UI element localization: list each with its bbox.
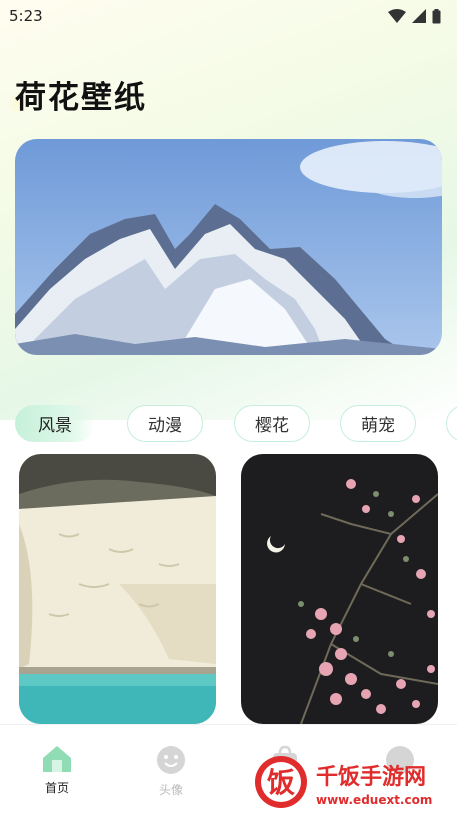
watermark-glyph: 饭: [267, 766, 295, 799]
banner-mountain-illustration: [15, 139, 442, 355]
category-tabs: 风景 动漫 樱花 萌宠: [15, 405, 457, 443]
night-blossom-image: [241, 454, 438, 724]
tab-label: 樱花: [255, 416, 289, 436]
battery-icon: [432, 8, 441, 23]
home-icon: [43, 746, 71, 772]
tab-label: 萌宠: [361, 416, 395, 436]
page-title: 荷花壁纸: [15, 80, 147, 116]
nav-avatar[interactable]: 头像: [141, 745, 201, 798]
smiley-icon: [157, 746, 185, 774]
signal-icon: [412, 9, 426, 23]
system-icons: [388, 8, 441, 24]
banner-image[interactable]: [15, 139, 442, 355]
tab-sakura[interactable]: 樱花: [234, 405, 310, 442]
nav-label: 头像: [158, 783, 183, 797]
wallpaper-card-blossom[interactable]: [241, 454, 438, 724]
cliff-sea-image: [19, 454, 216, 724]
tab-scenery[interactable]: 风景: [15, 405, 95, 442]
watermark-url: www.eduext.com: [316, 793, 432, 807]
status-bar: 5:23: [0, 0, 457, 32]
tab-label: 风景: [38, 416, 72, 436]
nav-label: 首页: [44, 781, 69, 795]
tab-more[interactable]: [446, 405, 457, 442]
status-time: 5:23: [9, 7, 43, 25]
wallpaper-card-cliff[interactable]: [19, 454, 216, 724]
tab-pets[interactable]: 萌宠: [340, 405, 416, 442]
watermark-logo: 饭 千饭手游网 www.eduext.com: [255, 756, 432, 808]
tab-anime[interactable]: 动漫: [127, 405, 203, 442]
tab-label: 动漫: [148, 416, 182, 436]
site-watermark: 饭 千饭手游网 www.eduext.com: [248, 752, 453, 812]
watermark-brand: 千饭手游网: [316, 764, 426, 790]
wifi-icon: [388, 9, 406, 23]
nav-home[interactable]: 首页: [27, 745, 87, 796]
